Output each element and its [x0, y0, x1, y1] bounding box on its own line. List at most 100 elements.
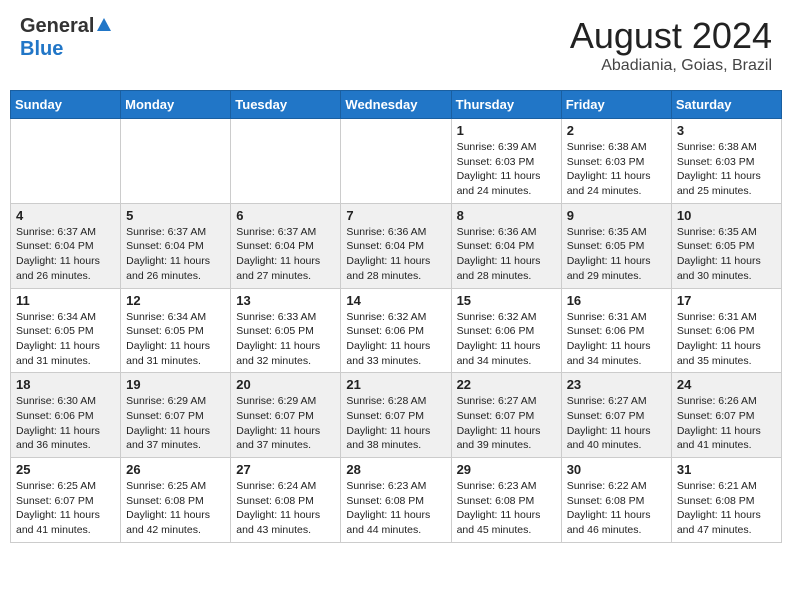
- calendar-cell: 6 Sunrise: 6:37 AM Sunset: 6:04 PM Daylig…: [231, 203, 341, 288]
- day-number: 9: [567, 208, 666, 223]
- day-number: 26: [126, 462, 225, 477]
- day-info: Sunrise: 6:32 AM Sunset: 6:06 PM Dayligh…: [457, 310, 556, 369]
- calendar-table: SundayMondayTuesdayWednesdayThursdayFrid…: [10, 90, 782, 543]
- calendar-cell: 3 Sunrise: 6:38 AM Sunset: 6:03 PM Daylig…: [671, 119, 781, 204]
- calendar-location: Abadiania, Goias, Brazil: [570, 57, 772, 75]
- calendar-week-row: 4 Sunrise: 6:37 AM Sunset: 6:04 PM Daylig…: [11, 203, 782, 288]
- calendar-cell: 13 Sunrise: 6:33 AM Sunset: 6:05 PM Dayli…: [231, 288, 341, 373]
- day-number: 20: [236, 377, 335, 392]
- day-info: Sunrise: 6:33 AM Sunset: 6:05 PM Dayligh…: [236, 310, 335, 369]
- calendar-cell: 9 Sunrise: 6:35 AM Sunset: 6:05 PM Daylig…: [561, 203, 671, 288]
- calendar-header-row: SundayMondayTuesdayWednesdayThursdayFrid…: [11, 91, 782, 119]
- day-info: Sunrise: 6:23 AM Sunset: 6:08 PM Dayligh…: [346, 479, 445, 538]
- day-number: 21: [346, 377, 445, 392]
- calendar-cell: 18Sunrise: 6:30 AM Sunset: 6:06 PM Dayli…: [11, 373, 121, 458]
- calendar-week-row: 18Sunrise: 6:30 AM Sunset: 6:06 PM Dayli…: [11, 373, 782, 458]
- day-info: Sunrise: 6:36 AM Sunset: 6:04 PM Dayligh…: [346, 225, 445, 284]
- logo-blue-text: Blue: [20, 38, 63, 60]
- logo-triangle-icon: [96, 17, 112, 38]
- day-info: Sunrise: 6:38 AM Sunset: 6:03 PM Dayligh…: [567, 140, 666, 199]
- day-info: Sunrise: 6:31 AM Sunset: 6:06 PM Dayligh…: [567, 310, 666, 369]
- day-number: 23: [567, 377, 666, 392]
- day-info: Sunrise: 6:22 AM Sunset: 6:08 PM Dayligh…: [567, 479, 666, 538]
- day-number: 14: [346, 293, 445, 308]
- day-number: 10: [677, 208, 776, 223]
- day-number: 8: [457, 208, 556, 223]
- day-number: 5: [126, 208, 225, 223]
- calendar-cell: 25 Sunrise: 6:25 AM Sunset: 6:07 PM Dayli…: [11, 458, 121, 543]
- calendar-cell: 15 Sunrise: 6:32 AM Sunset: 6:06 PM Dayli…: [451, 288, 561, 373]
- calendar-cell: 11 Sunrise: 6:34 AM Sunset: 6:05 PM Dayli…: [11, 288, 121, 373]
- calendar-cell: [231, 119, 341, 204]
- day-number: 2: [567, 123, 666, 138]
- day-info: Sunrise: 6:35 AM Sunset: 6:05 PM Dayligh…: [567, 225, 666, 284]
- logo: General Blue: [20, 15, 112, 61]
- weekday-header: Tuesday: [231, 91, 341, 119]
- calendar-cell: 28 Sunrise: 6:23 AM Sunset: 6:08 PM Dayli…: [341, 458, 451, 543]
- day-info: Sunrise: 6:29 AM Sunset: 6:07 PM Dayligh…: [236, 394, 335, 453]
- day-number: 29: [457, 462, 556, 477]
- calendar-cell: 2 Sunrise: 6:38 AM Sunset: 6:03 PM Daylig…: [561, 119, 671, 204]
- day-info: Sunrise: 6:32 AM Sunset: 6:06 PM Dayligh…: [346, 310, 445, 369]
- day-number: 25: [16, 462, 115, 477]
- day-info: Sunrise: 6:37 AM Sunset: 6:04 PM Dayligh…: [16, 225, 115, 284]
- day-info: Sunrise: 6:31 AM Sunset: 6:06 PM Dayligh…: [677, 310, 776, 369]
- calendar-title: August 2024: [570, 15, 772, 57]
- day-number: 7: [346, 208, 445, 223]
- day-info: Sunrise: 6:23 AM Sunset: 6:08 PM Dayligh…: [457, 479, 556, 538]
- calendar-week-row: 25 Sunrise: 6:25 AM Sunset: 6:07 PM Dayli…: [11, 458, 782, 543]
- day-info: Sunrise: 6:27 AM Sunset: 6:07 PM Dayligh…: [567, 394, 666, 453]
- day-number: 15: [457, 293, 556, 308]
- weekday-header: Thursday: [451, 91, 561, 119]
- day-number: 1: [457, 123, 556, 138]
- title-area: August 2024 Abadiania, Goias, Brazil: [570, 15, 772, 75]
- calendar-cell: 1 Sunrise: 6:39 AM Sunset: 6:03 PM Daylig…: [451, 119, 561, 204]
- day-info: Sunrise: 6:21 AM Sunset: 6:08 PM Dayligh…: [677, 479, 776, 538]
- day-number: 31: [677, 462, 776, 477]
- day-info: Sunrise: 6:36 AM Sunset: 6:04 PM Dayligh…: [457, 225, 556, 284]
- day-number: 13: [236, 293, 335, 308]
- day-info: Sunrise: 6:37 AM Sunset: 6:04 PM Dayligh…: [126, 225, 225, 284]
- header: General Blue August 2024 Abadiania, Goia…: [10, 10, 782, 80]
- calendar-cell: 24Sunrise: 6:26 AM Sunset: 6:07 PM Dayli…: [671, 373, 781, 458]
- day-info: Sunrise: 6:26 AM Sunset: 6:07 PM Dayligh…: [677, 394, 776, 453]
- calendar-cell: 5 Sunrise: 6:37 AM Sunset: 6:04 PM Daylig…: [121, 203, 231, 288]
- day-number: 11: [16, 293, 115, 308]
- calendar-cell: 17Sunrise: 6:31 AM Sunset: 6:06 PM Dayli…: [671, 288, 781, 373]
- day-number: 22: [457, 377, 556, 392]
- calendar-cell: 16 Sunrise: 6:31 AM Sunset: 6:06 PM Dayli…: [561, 288, 671, 373]
- day-number: 16: [567, 293, 666, 308]
- calendar-week-row: 1 Sunrise: 6:39 AM Sunset: 6:03 PM Daylig…: [11, 119, 782, 204]
- day-number: 3: [677, 123, 776, 138]
- day-info: Sunrise: 6:27 AM Sunset: 6:07 PM Dayligh…: [457, 394, 556, 453]
- calendar-cell: 30 Sunrise: 6:22 AM Sunset: 6:08 PM Dayli…: [561, 458, 671, 543]
- calendar-cell: 12Sunrise: 6:34 AM Sunset: 6:05 PM Dayli…: [121, 288, 231, 373]
- calendar-cell: 21 Sunrise: 6:28 AM Sunset: 6:07 PM Dayli…: [341, 373, 451, 458]
- day-info: Sunrise: 6:39 AM Sunset: 6:03 PM Dayligh…: [457, 140, 556, 199]
- calendar-cell: 31 Sunrise: 6:21 AM Sunset: 6:08 PM Dayli…: [671, 458, 781, 543]
- day-info: Sunrise: 6:28 AM Sunset: 6:07 PM Dayligh…: [346, 394, 445, 453]
- day-number: 12: [126, 293, 225, 308]
- calendar-cell: 27Sunrise: 6:24 AM Sunset: 6:08 PM Dayli…: [231, 458, 341, 543]
- calendar-cell: 10 Sunrise: 6:35 AM Sunset: 6:05 PM Dayli…: [671, 203, 781, 288]
- calendar-cell: 8 Sunrise: 6:36 AM Sunset: 6:04 PM Daylig…: [451, 203, 561, 288]
- calendar-cell: [341, 119, 451, 204]
- calendar-cell: [121, 119, 231, 204]
- day-number: 6: [236, 208, 335, 223]
- day-info: Sunrise: 6:37 AM Sunset: 6:04 PM Dayligh…: [236, 225, 335, 284]
- day-info: Sunrise: 6:25 AM Sunset: 6:07 PM Dayligh…: [16, 479, 115, 538]
- calendar-cell: 7 Sunrise: 6:36 AM Sunset: 6:04 PM Daylig…: [341, 203, 451, 288]
- weekday-header: Saturday: [671, 91, 781, 119]
- day-number: 19: [126, 377, 225, 392]
- calendar-cell: 19Sunrise: 6:29 AM Sunset: 6:07 PM Dayli…: [121, 373, 231, 458]
- calendar-cell: 22 Sunrise: 6:27 AM Sunset: 6:07 PM Dayli…: [451, 373, 561, 458]
- day-number: 27: [236, 462, 335, 477]
- day-number: 28: [346, 462, 445, 477]
- day-info: Sunrise: 6:34 AM Sunset: 6:05 PM Dayligh…: [16, 310, 115, 369]
- day-number: 4: [16, 208, 115, 223]
- weekday-header: Sunday: [11, 91, 121, 119]
- weekday-header: Wednesday: [341, 91, 451, 119]
- day-info: Sunrise: 6:38 AM Sunset: 6:03 PM Dayligh…: [677, 140, 776, 199]
- day-info: Sunrise: 6:35 AM Sunset: 6:05 PM Dayligh…: [677, 225, 776, 284]
- day-number: 30: [567, 462, 666, 477]
